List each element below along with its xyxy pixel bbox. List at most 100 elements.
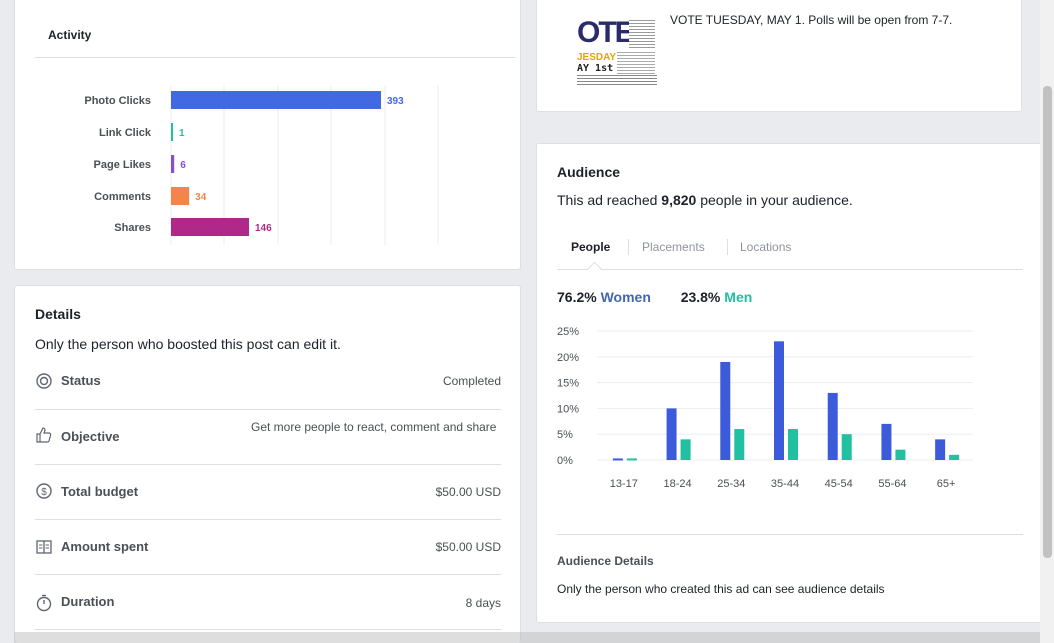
- active-tab-pointer: [586, 261, 603, 278]
- activity-value-label: 6: [180, 160, 186, 171]
- activity-chart: Photo Clicks 393 Link Click 1 Page Likes 6 Com…: [84, 85, 439, 245]
- age-chart-xtick: 18-24: [664, 478, 692, 490]
- age-chart-bar: [895, 449, 906, 460]
- detail-row-amount-spent: Amount spent $50.00 USD: [35, 519, 501, 575]
- audience-reach: This ad reached 9,820 people in your aud…: [557, 192, 853, 208]
- svg-text:$: $: [41, 487, 47, 498]
- activity-bar: [171, 91, 381, 109]
- detail-row-objective: Objective Get more people to react, comm…: [35, 409, 501, 465]
- post-thumbnail[interactable]: OTE JESDAY AY 1st: [577, 14, 657, 88]
- horizontal-scrollbar[interactable]: [14, 632, 1040, 643]
- activity-value-label: 1: [179, 128, 185, 139]
- scrollbar-thumb[interactable]: [1043, 86, 1052, 558]
- age-chart-ytick: 5%: [557, 429, 573, 441]
- tab-people[interactable]: People: [571, 240, 610, 254]
- age-chart-bar: [612, 458, 623, 461]
- tab-separator: [628, 239, 629, 255]
- stopwatch-icon: [36, 594, 52, 612]
- duration-value: 8 days: [465, 596, 501, 610]
- thumb-line-2: JESDAY: [577, 52, 617, 63]
- activity-bar: [171, 218, 250, 236]
- reach-prefix: This ad reached: [557, 192, 662, 208]
- age-chart-ytick: 10%: [557, 403, 579, 415]
- age-chart-bar: [680, 439, 691, 460]
- age-chart-bar: [626, 458, 637, 461]
- age-chart-bar: [935, 439, 946, 460]
- thumb-body-text: [617, 52, 655, 74]
- age-chart-ytick: 15%: [557, 378, 579, 390]
- details-card: Details Only the person who boosted this…: [14, 285, 521, 643]
- age-chart-xtick: 65+: [937, 478, 956, 490]
- age-chart-ytick: 25%: [557, 326, 579, 338]
- age-chart-ytick: 20%: [557, 352, 579, 364]
- age-chart-bar: [720, 361, 731, 460]
- audience-divider: [557, 534, 1023, 535]
- age-chart-bar: [734, 429, 745, 460]
- age-chart-xtick: 13-17: [610, 478, 638, 490]
- details-subtitle: Only the person who boosted this post ca…: [35, 336, 341, 352]
- thumb-headline: OTE: [577, 16, 635, 49]
- activity-category-label: Link Click: [99, 127, 152, 139]
- activity-category-label: Page Likes: [94, 159, 151, 171]
- age-chart-xtick: 55-64: [878, 478, 906, 490]
- age-chart-xtick: 45-54: [825, 478, 853, 490]
- activity-bar: [171, 155, 175, 173]
- age-chart-ytick: 0%: [557, 455, 573, 467]
- activity-category-label: Shares: [114, 222, 151, 234]
- activity-card: Activity Photo Clicks 393 Link Click 1 Page …: [14, 0, 521, 270]
- total-budget-label: Total budget: [61, 484, 139, 499]
- audience-title: Audience: [557, 164, 621, 180]
- details-title: Details: [35, 306, 81, 322]
- duration-label: Duration: [61, 594, 115, 609]
- status-icon: [36, 373, 52, 389]
- activity-category-label: Comments: [94, 191, 151, 203]
- gender-split: 76.2% Women 23.8% Men: [557, 289, 752, 305]
- age-chart-bar: [666, 408, 677, 460]
- men-percent: 23.8%: [680, 289, 721, 305]
- status-label: Status: [61, 373, 101, 388]
- age-chart-bar: [949, 454, 960, 460]
- reach-suffix: people in your audience.: [696, 192, 853, 208]
- objective-value: Get more people to react, comment and sh…: [251, 420, 497, 434]
- activity-value-label: 34: [195, 192, 207, 203]
- activity-category-label: Photo Clicks: [84, 95, 151, 107]
- age-chart-bar: [788, 429, 798, 460]
- age-chart-bar: [827, 392, 838, 460]
- activity-bar: [171, 123, 173, 141]
- women-label: Women: [600, 289, 651, 305]
- thumb-fineprint: [629, 20, 655, 48]
- activity-bar: [171, 187, 190, 205]
- objective-label: Objective: [61, 429, 120, 444]
- amount-spent-value: $50.00 USD: [435, 540, 501, 554]
- men-label: Men: [724, 289, 753, 305]
- amount-spent-label: Amount spent: [61, 539, 149, 554]
- detail-row-duration: Duration 8 days: [35, 574, 501, 630]
- thumbs-up-icon: [36, 427, 52, 443]
- audience-tabs: People Placements Locations: [557, 229, 1023, 278]
- dollar-icon: $: [36, 483, 52, 499]
- age-chart-bar: [881, 423, 892, 460]
- post-card: OTE JESDAY AY 1st VOTE TUESDAY, MAY 1. P…: [536, 0, 1022, 112]
- total-budget-value: $50.00 USD: [435, 485, 501, 499]
- status-value: Completed: [442, 374, 501, 388]
- thumb-line-3: AY 1st: [577, 63, 614, 74]
- reach-count: 9,820: [661, 192, 697, 208]
- age-chart-bar: [774, 341, 784, 460]
- ledger-icon: [36, 540, 52, 554]
- thumb-footer-text: [577, 75, 657, 87]
- tab-separator: [727, 239, 728, 255]
- age-chart-xtick: 25-34: [717, 478, 745, 490]
- activity-value-label: 393: [387, 96, 404, 107]
- activity-value-label: 146: [255, 223, 272, 234]
- tab-locations[interactable]: Locations: [740, 240, 791, 254]
- age-chart-xtick: 35-44: [771, 478, 799, 490]
- audience-details-title: Audience Details: [557, 554, 654, 568]
- audience-details-text: Only the person who created this ad can …: [557, 582, 885, 596]
- tab-placements[interactable]: Placements: [642, 240, 705, 254]
- detail-row-total-budget: $ Total budget $50.00 USD: [35, 464, 501, 520]
- women-percent: 76.2%: [557, 289, 597, 305]
- detail-row-status: Status Completed: [35, 366, 501, 410]
- post-text: VOTE TUESDAY, MAY 1. Polls will be open …: [670, 13, 953, 27]
- age-gender-chart: 25% 20% 15% 10% 5% 0% 13-17 18-24 25-34 35-44 45-5…: [557, 326, 973, 490]
- age-chart-bar: [841, 434, 852, 460]
